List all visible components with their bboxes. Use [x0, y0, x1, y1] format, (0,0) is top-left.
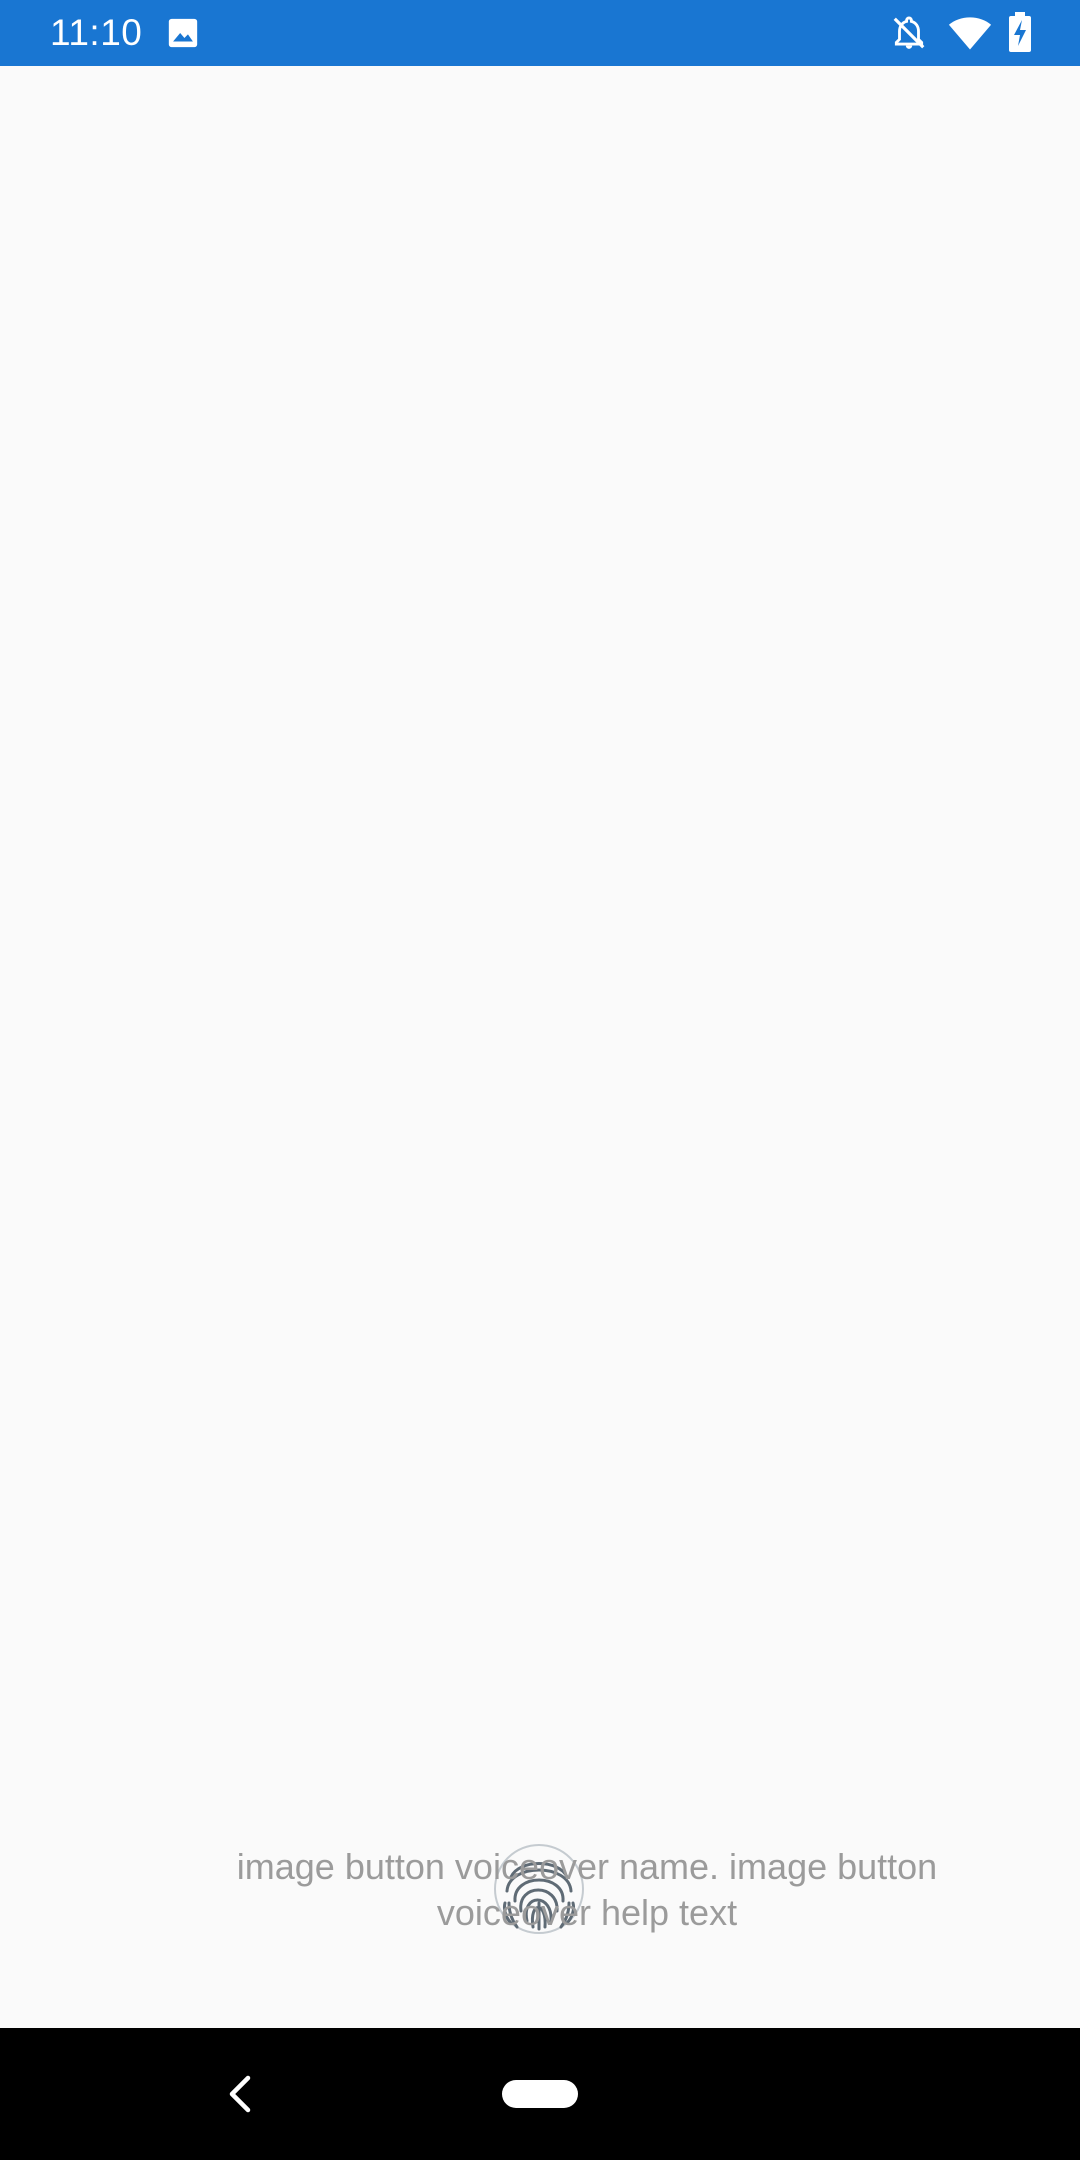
- back-icon[interactable]: [222, 2072, 258, 2116]
- status-bar: 11:10: [0, 0, 1080, 66]
- wifi-icon: [948, 17, 992, 50]
- bell-off-icon: [893, 16, 925, 49]
- home-pill-icon[interactable]: [502, 2080, 578, 2108]
- main-content: [0, 66, 1080, 2028]
- image-notification-icon: [168, 18, 198, 48]
- image-button-caption: image button voiceover name. image butto…: [236, 1846, 938, 1933]
- navigation-bar: [0, 2028, 1080, 2160]
- battery-charging-icon: [1009, 12, 1031, 52]
- status-time: 11:10: [50, 12, 143, 53]
